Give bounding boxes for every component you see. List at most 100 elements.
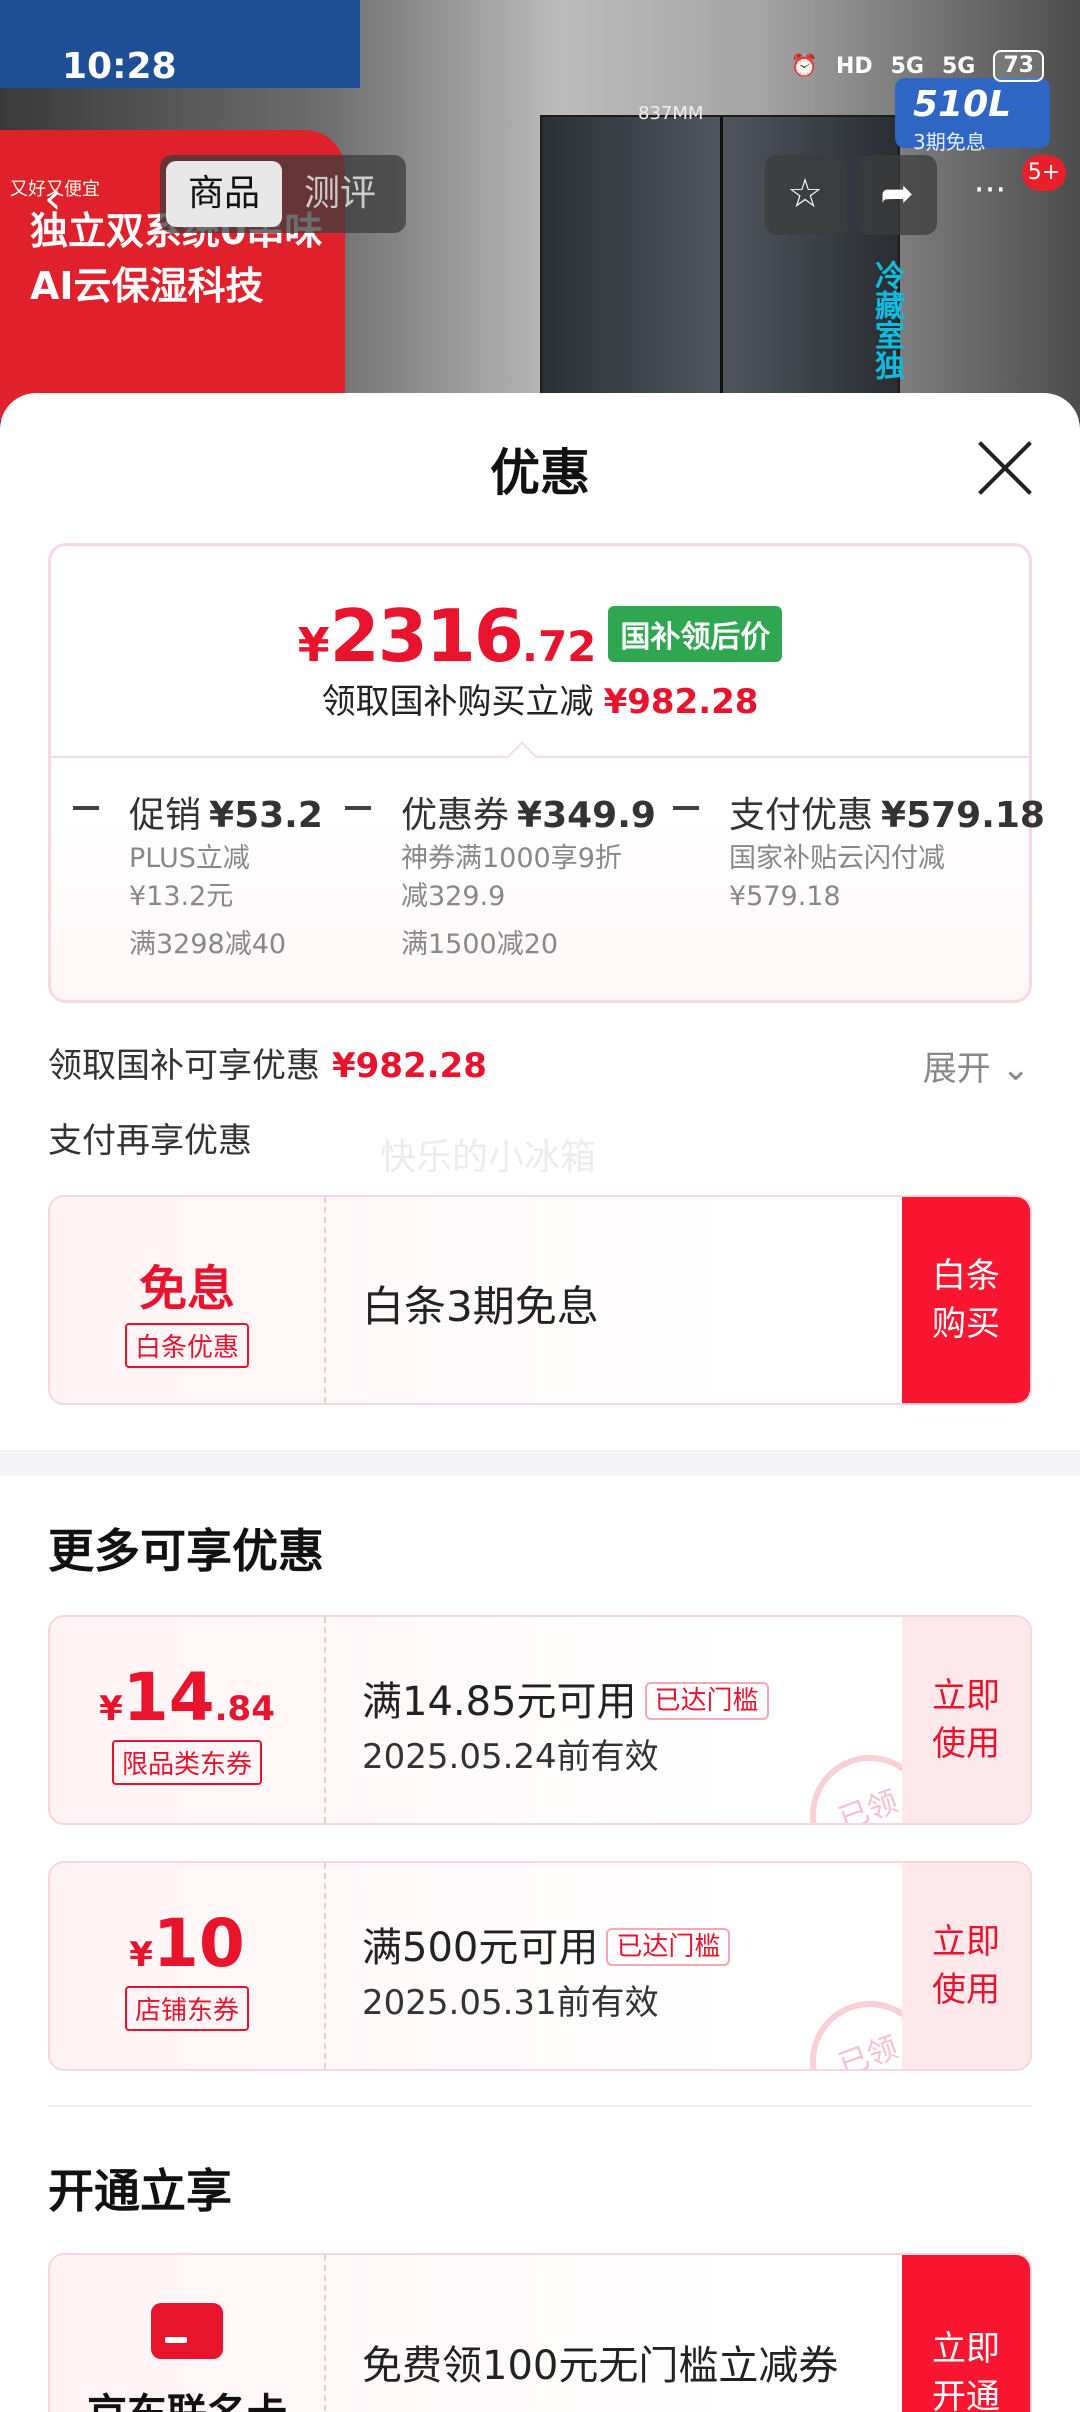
coupon-condition: 满14.85元可用 已达门槛: [362, 1669, 769, 1727]
discount-coupon: 优惠券 ¥349.9 神券满1000享9折 减329.9 满1500减20: [345, 786, 665, 976]
notification-badge: 5+: [1022, 155, 1066, 191]
baitiao-tag: 白条优惠: [124, 1323, 249, 1368]
baitiao-buy-button[interactable]: 白条 购买: [902, 1197, 1030, 1403]
coupon-decimal: .84: [214, 1689, 275, 1729]
coupon-condition-text: 满14.85元可用: [362, 1679, 637, 1725]
discount-amount: ¥349.9: [517, 795, 656, 836]
star-icon[interactable]: ☆: [765, 155, 845, 235]
saving-amount: ¥982.28: [603, 682, 759, 722]
price-summary-box: ¥ 2316 .72 国补领后价 领取国补购买立减 ¥982.28 促销 ¥53.2…: [48, 543, 1045, 1003]
coupon-value: ¥14.84 限品类东券: [50, 1617, 326, 1823]
discount-detail: ¥13.2元: [129, 881, 234, 912]
discount-detail: 满1500减20: [401, 929, 559, 960]
sheet-title: 优惠: [490, 444, 590, 502]
use-coupon-button[interactable]: 立即 使用: [902, 1863, 1030, 2069]
minus-icon: [73, 806, 99, 810]
baitiao-badge: 免息 白条优惠: [50, 1197, 326, 1403]
discount-payment: 支付优惠 ¥579.18 国家补贴云闪付减 ¥579.18: [673, 786, 1045, 976]
discount-name: 支付优惠: [729, 795, 874, 836]
signal-icon-2: 5G: [942, 53, 976, 79]
coupon-symbol: ¥: [129, 1935, 153, 1975]
coupon-symbol: ¥: [99, 1689, 123, 1729]
status-icons: ⏰ HD 5G 5G 73: [791, 50, 1044, 82]
coupon-card[interactable]: ¥10 店铺东券 满500元可用 已达门槛 2025.05.31前有效 已领 立即…: [48, 1861, 1032, 2071]
discount-name: 促销: [129, 795, 202, 836]
tab-product[interactable]: 商品: [166, 161, 283, 227]
use-coupon-label: 立即 使用: [932, 1922, 1000, 2010]
minus-icon: [345, 806, 371, 810]
tab-review[interactable]: 测评: [282, 161, 398, 227]
caret-pointer: [506, 741, 538, 773]
open-card-button[interactable]: 立即 开通: [902, 2255, 1030, 2412]
coupon-card[interactable]: ¥14.84 限品类东券 满14.85元可用 已达门槛 2025.05.24前有效…: [48, 1615, 1032, 1825]
coupon-condition: 满500元可用 已达门槛: [362, 1915, 731, 1973]
status-bar: 10:28 ⏰ HD 5G 5G 73: [0, 0, 1080, 120]
more-icon[interactable]: ···: [950, 155, 1030, 235]
discount-label: 优惠券 ¥349.9: [401, 786, 656, 838]
discount-amount: ¥53.2: [209, 795, 323, 836]
share-icon[interactable]: ➦: [857, 155, 937, 235]
subsidy-saving-row: 领取国补购买立减 ¥982.28: [51, 674, 1029, 723]
coupon-integer: 14: [122, 1659, 215, 1736]
saving-label: 领取国补购买立减: [321, 682, 594, 722]
discount-name: 优惠券: [401, 795, 510, 836]
signal-icon: 5G: [890, 53, 924, 79]
divider: [51, 756, 1029, 758]
claim-amount: ¥982.28: [332, 1046, 487, 1086]
open-card-label: 立即 开通: [932, 2329, 1000, 2412]
discount-detail: 满3298减40: [129, 929, 287, 960]
discount-detail: 减329.9: [401, 881, 506, 912]
baitiao-description: 白条3期免息: [362, 1282, 599, 1331]
pay-more-label: 支付再享优惠: [48, 1121, 252, 1161]
jd-card-offer[interactable]: 京东联名卡 免费领100元无门槛立减券 立即 开通: [48, 2253, 1032, 2412]
currency-symbol: ¥: [297, 618, 330, 672]
baitiao-card[interactable]: 免息 白条优惠 白条3期免息 白条 购买: [48, 1195, 1032, 1405]
expand-label: 展开: [922, 1049, 991, 1089]
coupon-amount: ¥14.84: [50, 1659, 324, 1736]
discount-label: 促销 ¥53.2: [129, 786, 323, 838]
divider: [48, 2105, 1032, 2107]
discount-label: 支付优惠 ¥579.18: [729, 786, 1045, 838]
coupon-integer: 10: [152, 1905, 245, 1982]
use-coupon-label: 立即 使用: [932, 1676, 1000, 1764]
capacity-sub: 3期免息: [913, 130, 986, 154]
coupon-value: ¥10 店铺东券: [50, 1863, 326, 2069]
credit-card-icon: [151, 2303, 223, 2359]
coupon-type: 限品类东券: [111, 1740, 262, 1785]
discount-sheet: 优惠 ¥ 2316 .72 国补领后价 领取国补购买立减 ¥982.28 促销 ¥5…: [0, 393, 1080, 2412]
threshold-reached-tag: 已达门槛: [644, 1682, 769, 1720]
subsidy-price-tag: 国补领后价: [608, 606, 783, 662]
use-coupon-button[interactable]: 立即 使用: [902, 1617, 1030, 1823]
minus-icon: [673, 806, 699, 810]
watermark-text: 快乐的小冰箱: [380, 1137, 597, 1178]
baitiao-buy-label: 白条 购买: [932, 1256, 1000, 1344]
expand-button[interactable]: 展开 ⌄: [923, 1041, 1030, 1090]
promo-line-2: AI云保湿科技: [30, 264, 264, 308]
top-nav: ‹ 商品 测评 ☆ ➦ ··· 5+: [0, 155, 1080, 235]
coupon-condition-text: 满500元可用: [362, 1925, 599, 1971]
final-price: ¥ 2316 .72 国补领后价: [51, 594, 1029, 678]
coupon-expiry: 2025.05.24前有效: [362, 1737, 659, 1777]
chevron-left-icon[interactable]: ‹: [44, 173, 62, 224]
discount-detail: 神券满1000享9折: [401, 843, 622, 874]
interest-free-label: 免息: [138, 1261, 235, 1317]
chevron-down-icon: ⌄: [1001, 1049, 1031, 1089]
price-decimal: .72: [522, 622, 597, 671]
threshold-reached-tag: 已达门槛: [606, 1928, 731, 1966]
clock: 10:28: [62, 46, 177, 87]
alarm-icon: ⏰: [790, 53, 818, 79]
battery-icon: 73: [993, 50, 1044, 82]
vertical-label: 冷藏室独: [869, 260, 904, 380]
coupon-expiry: 2025.05.31前有效: [362, 1983, 659, 2023]
coupon-amount: ¥10: [50, 1905, 324, 1982]
jd-card-name: 京东联名卡: [50, 2381, 324, 2412]
price-integer: 2316: [329, 594, 524, 678]
tab-bar: 商品 测评: [160, 155, 406, 233]
more-offers-title: 更多可享优惠: [48, 1524, 324, 1578]
discount-detail: ¥579.18: [729, 881, 841, 912]
discount-detail: PLUS立减: [129, 843, 250, 874]
hd-icon: HD: [835, 53, 873, 79]
close-icon[interactable]: [975, 438, 1035, 498]
jd-card-badge: 京东联名卡: [50, 2255, 326, 2412]
discount-detail: 国家补贴云闪付减: [729, 843, 945, 874]
